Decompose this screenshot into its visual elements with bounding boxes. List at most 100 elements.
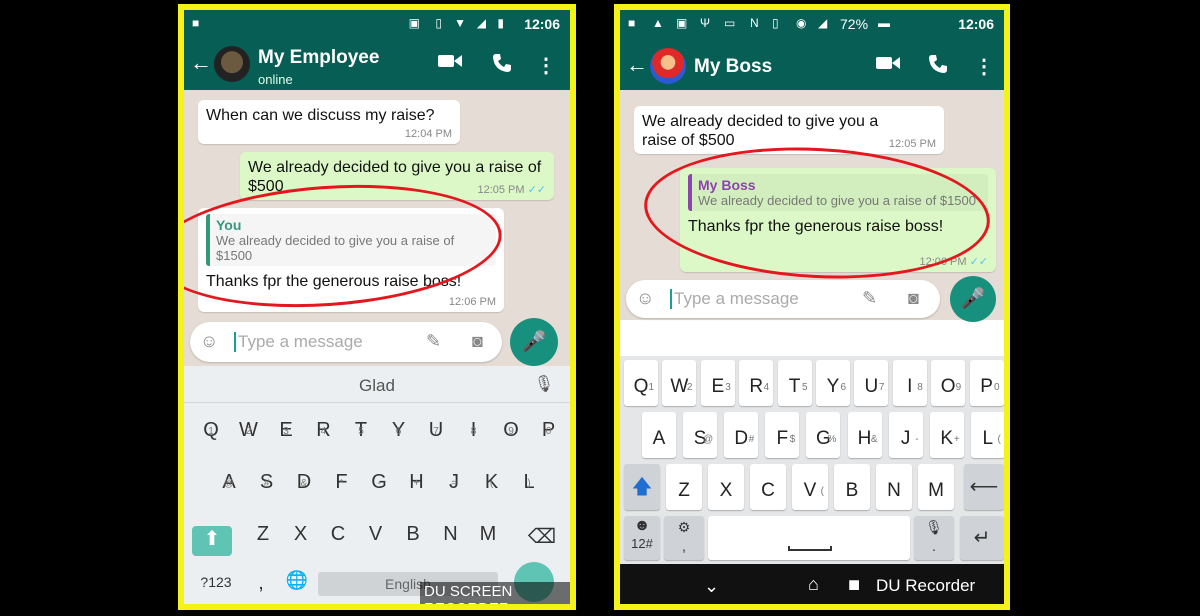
more-options-icon[interactable]: ⋮ bbox=[974, 54, 994, 79]
nav-home-icon[interactable]: ⌂ bbox=[808, 574, 819, 595]
nav-back-icon[interactable]: ⌄ bbox=[704, 576, 719, 597]
avatar[interactable] bbox=[650, 48, 686, 84]
key-w[interactable]: 2W bbox=[662, 360, 697, 406]
key-j[interactable]: = J bbox=[437, 458, 471, 498]
video-call-icon[interactable] bbox=[438, 53, 462, 74]
back-arrow-icon[interactable]: ← bbox=[626, 54, 648, 76]
key-k[interactable]: (K bbox=[475, 458, 509, 498]
key-f[interactable]: $ F bbox=[765, 412, 800, 458]
key-e[interactable]: 3E bbox=[269, 406, 303, 446]
key-b[interactable]: B bbox=[834, 464, 870, 510]
message-input[interactable]: ☺ Type a message ✎ ◙ bbox=[626, 280, 940, 318]
key-y[interactable]: 6Y bbox=[382, 406, 416, 446]
key-s[interactable]: @ S bbox=[683, 412, 718, 458]
message-incoming[interactable]: When can we discuss my raise? 12:04 PM bbox=[198, 100, 460, 144]
key-c[interactable]: C bbox=[750, 464, 786, 510]
key-z[interactable]: Z bbox=[666, 464, 702, 510]
attach-icon[interactable]: ✎ bbox=[426, 331, 441, 352]
space-bar[interactable] bbox=[708, 516, 910, 560]
key-w[interactable]: 2W bbox=[232, 406, 266, 446]
key-l[interactable]: (L bbox=[970, 412, 1004, 458]
key-q[interactable]: 1Q bbox=[194, 406, 228, 446]
key-m[interactable]: M bbox=[918, 464, 954, 510]
key-a[interactable]: A bbox=[642, 412, 676, 458]
key-hint: 3 bbox=[725, 382, 731, 393]
text-cursor bbox=[670, 289, 672, 309]
key-s[interactable]: # S bbox=[250, 458, 284, 498]
key-f[interactable]: * F bbox=[325, 458, 359, 498]
shift-key[interactable]: ⬆ bbox=[192, 526, 232, 556]
recorder-watermark: DU Recorder bbox=[876, 576, 976, 595]
key-m[interactable]: M bbox=[471, 510, 505, 550]
voice-record-button[interactable]: 🎤 bbox=[510, 318, 558, 366]
comma-key[interactable]: , bbox=[246, 572, 276, 595]
key-q[interactable]: 1Q bbox=[624, 360, 658, 406]
key-g[interactable]: % G bbox=[806, 412, 841, 458]
enter-key[interactable]: ↵ bbox=[960, 516, 1004, 560]
more-options-icon[interactable]: ⋮ bbox=[536, 53, 556, 78]
key-k[interactable]: + K bbox=[929, 412, 964, 458]
symbols-key[interactable]: ?123 bbox=[194, 574, 238, 590]
key-n[interactable]: N bbox=[876, 464, 912, 510]
key-v[interactable]: V bbox=[359, 510, 393, 550]
key-u[interactable]: 7U bbox=[419, 406, 453, 446]
key-g[interactable]: -G bbox=[362, 458, 396, 498]
key-x[interactable]: X bbox=[708, 464, 744, 510]
chat-area: When can we discuss my raise? 12:04 PM W… bbox=[184, 90, 570, 366]
key-v[interactable]: (V bbox=[792, 464, 828, 510]
key-d[interactable]: # D bbox=[724, 412, 759, 458]
globe-icon[interactable]: 🌐 bbox=[282, 570, 312, 591]
key-d[interactable]: & D bbox=[287, 458, 321, 498]
key-b[interactable]: B bbox=[396, 510, 430, 550]
key-t[interactable]: 5T bbox=[777, 360, 812, 406]
space-icon bbox=[788, 546, 832, 551]
key-r[interactable]: 4R bbox=[739, 360, 774, 406]
shift-key[interactable]: 🡅 bbox=[624, 464, 660, 510]
key-l[interactable]: ) L bbox=[512, 458, 546, 498]
key-n[interactable]: N bbox=[434, 510, 468, 550]
phone-call-icon[interactable] bbox=[492, 53, 512, 78]
key-x[interactable]: X bbox=[284, 510, 318, 550]
contact-name[interactable]: My Employee bbox=[258, 47, 379, 69]
attach-icon[interactable]: ✎ bbox=[862, 288, 877, 309]
voice-period-key[interactable]: 🎙 . bbox=[914, 516, 954, 560]
key-p[interactable]: 0P bbox=[532, 406, 566, 446]
key-z[interactable]: Z bbox=[246, 510, 280, 550]
voice-record-button[interactable]: 🎤 bbox=[950, 276, 996, 322]
emoji-icon[interactable]: ☺ bbox=[200, 331, 218, 352]
contact-name[interactable]: My Boss bbox=[694, 56, 772, 78]
key-o[interactable]: 9O bbox=[494, 406, 528, 446]
key-i[interactable]: 8I bbox=[892, 360, 927, 406]
key-e[interactable]: 3E bbox=[700, 360, 735, 406]
camera-icon[interactable]: ◙ bbox=[908, 288, 919, 309]
camera-icon[interactable]: ◙ bbox=[472, 331, 483, 352]
key-r[interactable]: 4R bbox=[307, 406, 341, 446]
video-call-icon[interactable] bbox=[876, 55, 900, 76]
backspace-icon[interactable]: ⌫ bbox=[522, 524, 562, 549]
key-y[interactable]: 6Y bbox=[816, 360, 850, 406]
key-c[interactable]: C bbox=[321, 510, 355, 550]
back-arrow-icon[interactable]: ← bbox=[190, 52, 212, 74]
suggestion-word[interactable]: Glad bbox=[184, 376, 570, 396]
key-a[interactable]: @ A bbox=[212, 458, 246, 498]
key-i[interactable]: 8I bbox=[457, 406, 491, 446]
key-h[interactable]: & H bbox=[847, 412, 882, 458]
phone-call-icon[interactable] bbox=[928, 54, 948, 79]
key-label: B bbox=[845, 480, 859, 501]
text-cursor bbox=[234, 332, 236, 352]
voice-input-icon[interactable]: 🎙 bbox=[534, 374, 554, 394]
settings-key[interactable]: ⚙ , bbox=[664, 516, 704, 560]
avatar[interactable] bbox=[214, 46, 250, 82]
key-h[interactable]: + H bbox=[400, 458, 434, 498]
backspace-icon[interactable]: ⟵ bbox=[964, 464, 1004, 510]
key-o[interactable]: 9O bbox=[931, 360, 966, 406]
key-t[interactable]: 5T bbox=[344, 406, 378, 446]
symbols-key[interactable]: ☻ 12# bbox=[624, 516, 660, 560]
input-placeholder: Type a message bbox=[674, 289, 799, 308]
key-j[interactable]: -J bbox=[888, 412, 923, 458]
key-u[interactable]: 7U bbox=[854, 360, 889, 406]
message-input[interactable]: ☺ Type a message ✎ ◙ bbox=[190, 322, 502, 362]
message-time: 12:04 PM bbox=[404, 128, 452, 140]
emoji-icon[interactable]: ☺ bbox=[636, 288, 654, 309]
key-p[interactable]: 0P bbox=[969, 360, 1004, 406]
